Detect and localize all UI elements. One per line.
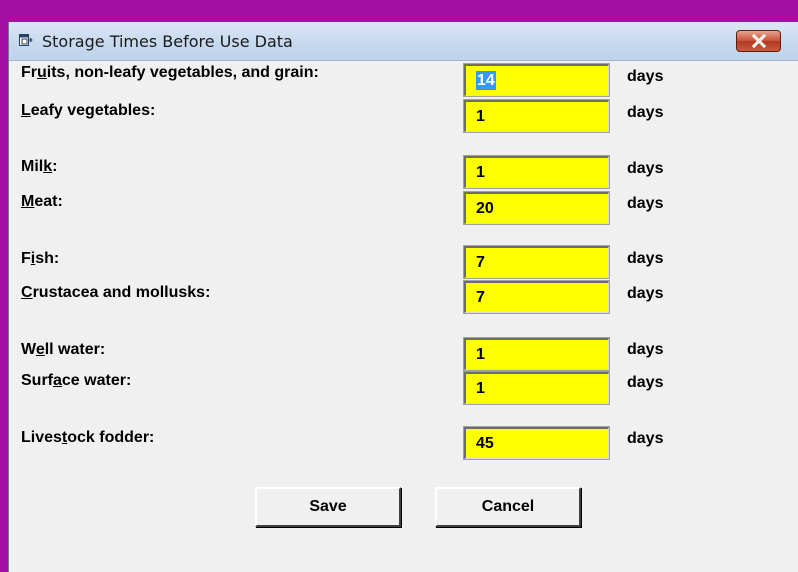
leafy-vegetables-unit-label: days: [627, 104, 664, 121]
crustacea-unit-label: days: [627, 285, 664, 302]
well-water-unit-label: days: [627, 341, 664, 358]
fruits-days-input[interactable]: 14: [463, 63, 610, 97]
livestock-fodder-label: Livestock fodder:: [21, 429, 155, 446]
fish-days-input[interactable]: 7: [463, 245, 610, 279]
surface-water-label: Surface water:: [21, 372, 132, 389]
meat-days-input[interactable]: 20: [463, 191, 610, 225]
title-bar[interactable]: Storage Times Before Use Data: [9, 22, 798, 61]
fish-unit-label: days: [627, 250, 664, 267]
fish-label: Fish:: [21, 250, 60, 267]
fruits-unit-label: days: [627, 68, 664, 85]
surface-water-days-input[interactable]: 1: [463, 371, 610, 405]
window-icon: [19, 34, 33, 46]
window-title: Storage Times Before Use Data: [42, 32, 293, 51]
save-button[interactable]: Save: [255, 487, 401, 527]
leafy-vegetables-days-input[interactable]: 1: [463, 99, 610, 133]
milk-unit-label: days: [627, 160, 664, 177]
cancel-button[interactable]: Cancel: [435, 487, 581, 527]
background-frame-left: [0, 0, 8, 572]
dialog-body: Fruits, non-leafy vegetables, and grain:…: [9, 61, 798, 572]
background-frame-top: [0, 0, 798, 22]
fruits-label: Fruits, non-leafy vegetables, and grain:: [21, 64, 319, 81]
milk-label: Milk:: [21, 158, 58, 175]
livestock-fodder-unit-label: days: [627, 430, 664, 447]
crustacea-days-input[interactable]: 7: [463, 280, 610, 314]
surface-water-unit-label: days: [627, 374, 664, 391]
selected-text: 14: [476, 71, 496, 90]
crustacea-label: Crustacea and mollusks:: [21, 284, 211, 301]
well-water-label: Well water:: [21, 341, 106, 358]
meat-unit-label: days: [627, 195, 664, 212]
milk-days-input[interactable]: 1: [463, 155, 610, 189]
dialog-window: Storage Times Before Use Data Fruits, no…: [8, 22, 798, 572]
livestock-fodder-days-input[interactable]: 45: [463, 426, 610, 460]
meat-label: Meat:: [21, 193, 63, 210]
close-button[interactable]: [736, 30, 781, 52]
close-icon: [751, 34, 766, 48]
well-water-days-input[interactable]: 1: [463, 337, 610, 371]
leafy-vegetables-label: Leafy vegetables:: [21, 102, 156, 119]
